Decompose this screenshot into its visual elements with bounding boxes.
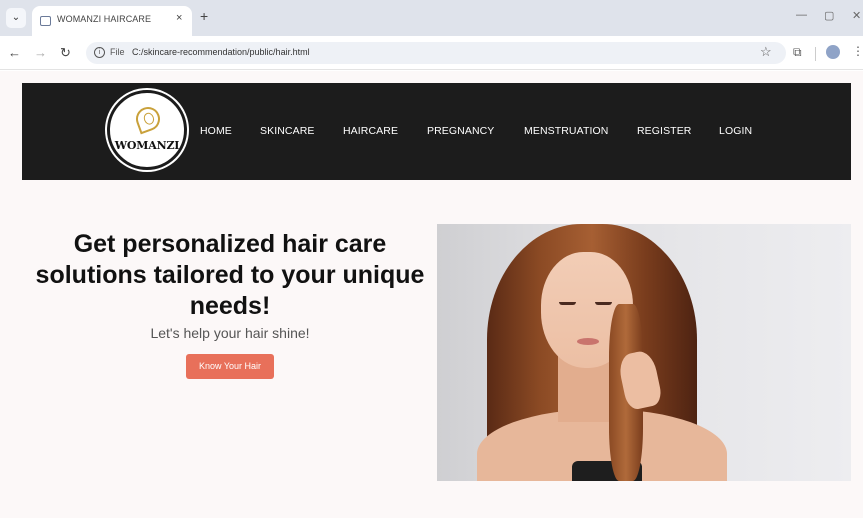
nav-register[interactable]: REGISTER bbox=[637, 125, 691, 137]
lips-shape bbox=[577, 338, 599, 345]
eye-left bbox=[559, 302, 576, 305]
address-bar[interactable]: i File C:/skincare-recommendation/public… bbox=[86, 42, 786, 64]
hero-subline: Let's help your hair shine! bbox=[150, 325, 310, 341]
tab-title: WOMANZI HAIRCARE bbox=[57, 14, 152, 24]
page-content: WOMANZI HOME SKINCARE HAIRCARE PREGNANCY… bbox=[0, 71, 863, 518]
site-header: WOMANZI HOME SKINCARE HAIRCARE PREGNANCY… bbox=[22, 83, 851, 180]
url-scheme: File bbox=[110, 47, 125, 57]
star-icon[interactable]: ☆ bbox=[760, 44, 772, 60]
browser-tabstrip: ⌄ WOMANZI HAIRCARE × + — ▢ ✕ bbox=[0, 0, 863, 36]
toolbar-divider bbox=[815, 47, 816, 61]
know-your-hair-button[interactable]: Know Your Hair bbox=[185, 354, 275, 379]
hero-text: Get personalized hair care solutions tai… bbox=[30, 229, 430, 379]
nav-skincare[interactable]: SKINCARE bbox=[260, 125, 314, 137]
url-text[interactable]: C:/skincare-recommendation/public/hair.h… bbox=[132, 47, 310, 57]
extensions-icon[interactable]: ⧉ bbox=[793, 45, 802, 60]
browser-tab[interactable]: WOMANZI HAIRCARE × bbox=[32, 6, 192, 36]
browser-toolbar: ← → ↻ i File C:/skincare-recommendation/… bbox=[0, 36, 863, 70]
tab-close-icon[interactable]: × bbox=[176, 12, 182, 24]
back-icon[interactable]: ← bbox=[8, 45, 21, 61]
logo[interactable]: WOMANZI bbox=[107, 90, 187, 170]
nav-home[interactable]: HOME bbox=[200, 125, 232, 137]
profile-icon[interactable] bbox=[826, 45, 840, 59]
maximize-icon[interactable]: ▢ bbox=[824, 9, 834, 22]
nav-pregnancy[interactable]: PREGNANCY bbox=[427, 125, 494, 137]
page-icon bbox=[40, 16, 51, 26]
eye-right bbox=[595, 302, 612, 305]
forward-icon[interactable]: → bbox=[34, 45, 47, 61]
minimize-icon[interactable]: — bbox=[796, 9, 807, 21]
new-tab-icon[interactable]: + bbox=[200, 8, 208, 24]
nav-haircare[interactable]: HAIRCARE bbox=[343, 125, 398, 137]
tab-menu-icon[interactable]: ⌄ bbox=[6, 8, 26, 28]
nav-login[interactable]: LOGIN bbox=[719, 125, 752, 137]
nav-menstruation[interactable]: MENSTRUATION bbox=[524, 125, 608, 137]
hero-headline: Get personalized hair care solutions tai… bbox=[35, 230, 425, 320]
kebab-menu-icon[interactable]: ⋮ bbox=[852, 44, 863, 58]
close-window-icon[interactable]: ✕ bbox=[852, 9, 861, 22]
hero-image bbox=[437, 224, 851, 481]
logo-mark-icon bbox=[132, 103, 164, 135]
info-icon[interactable]: i bbox=[94, 47, 105, 58]
reload-icon[interactable]: ↻ bbox=[60, 45, 71, 61]
logo-text: WOMANZI bbox=[114, 139, 180, 152]
